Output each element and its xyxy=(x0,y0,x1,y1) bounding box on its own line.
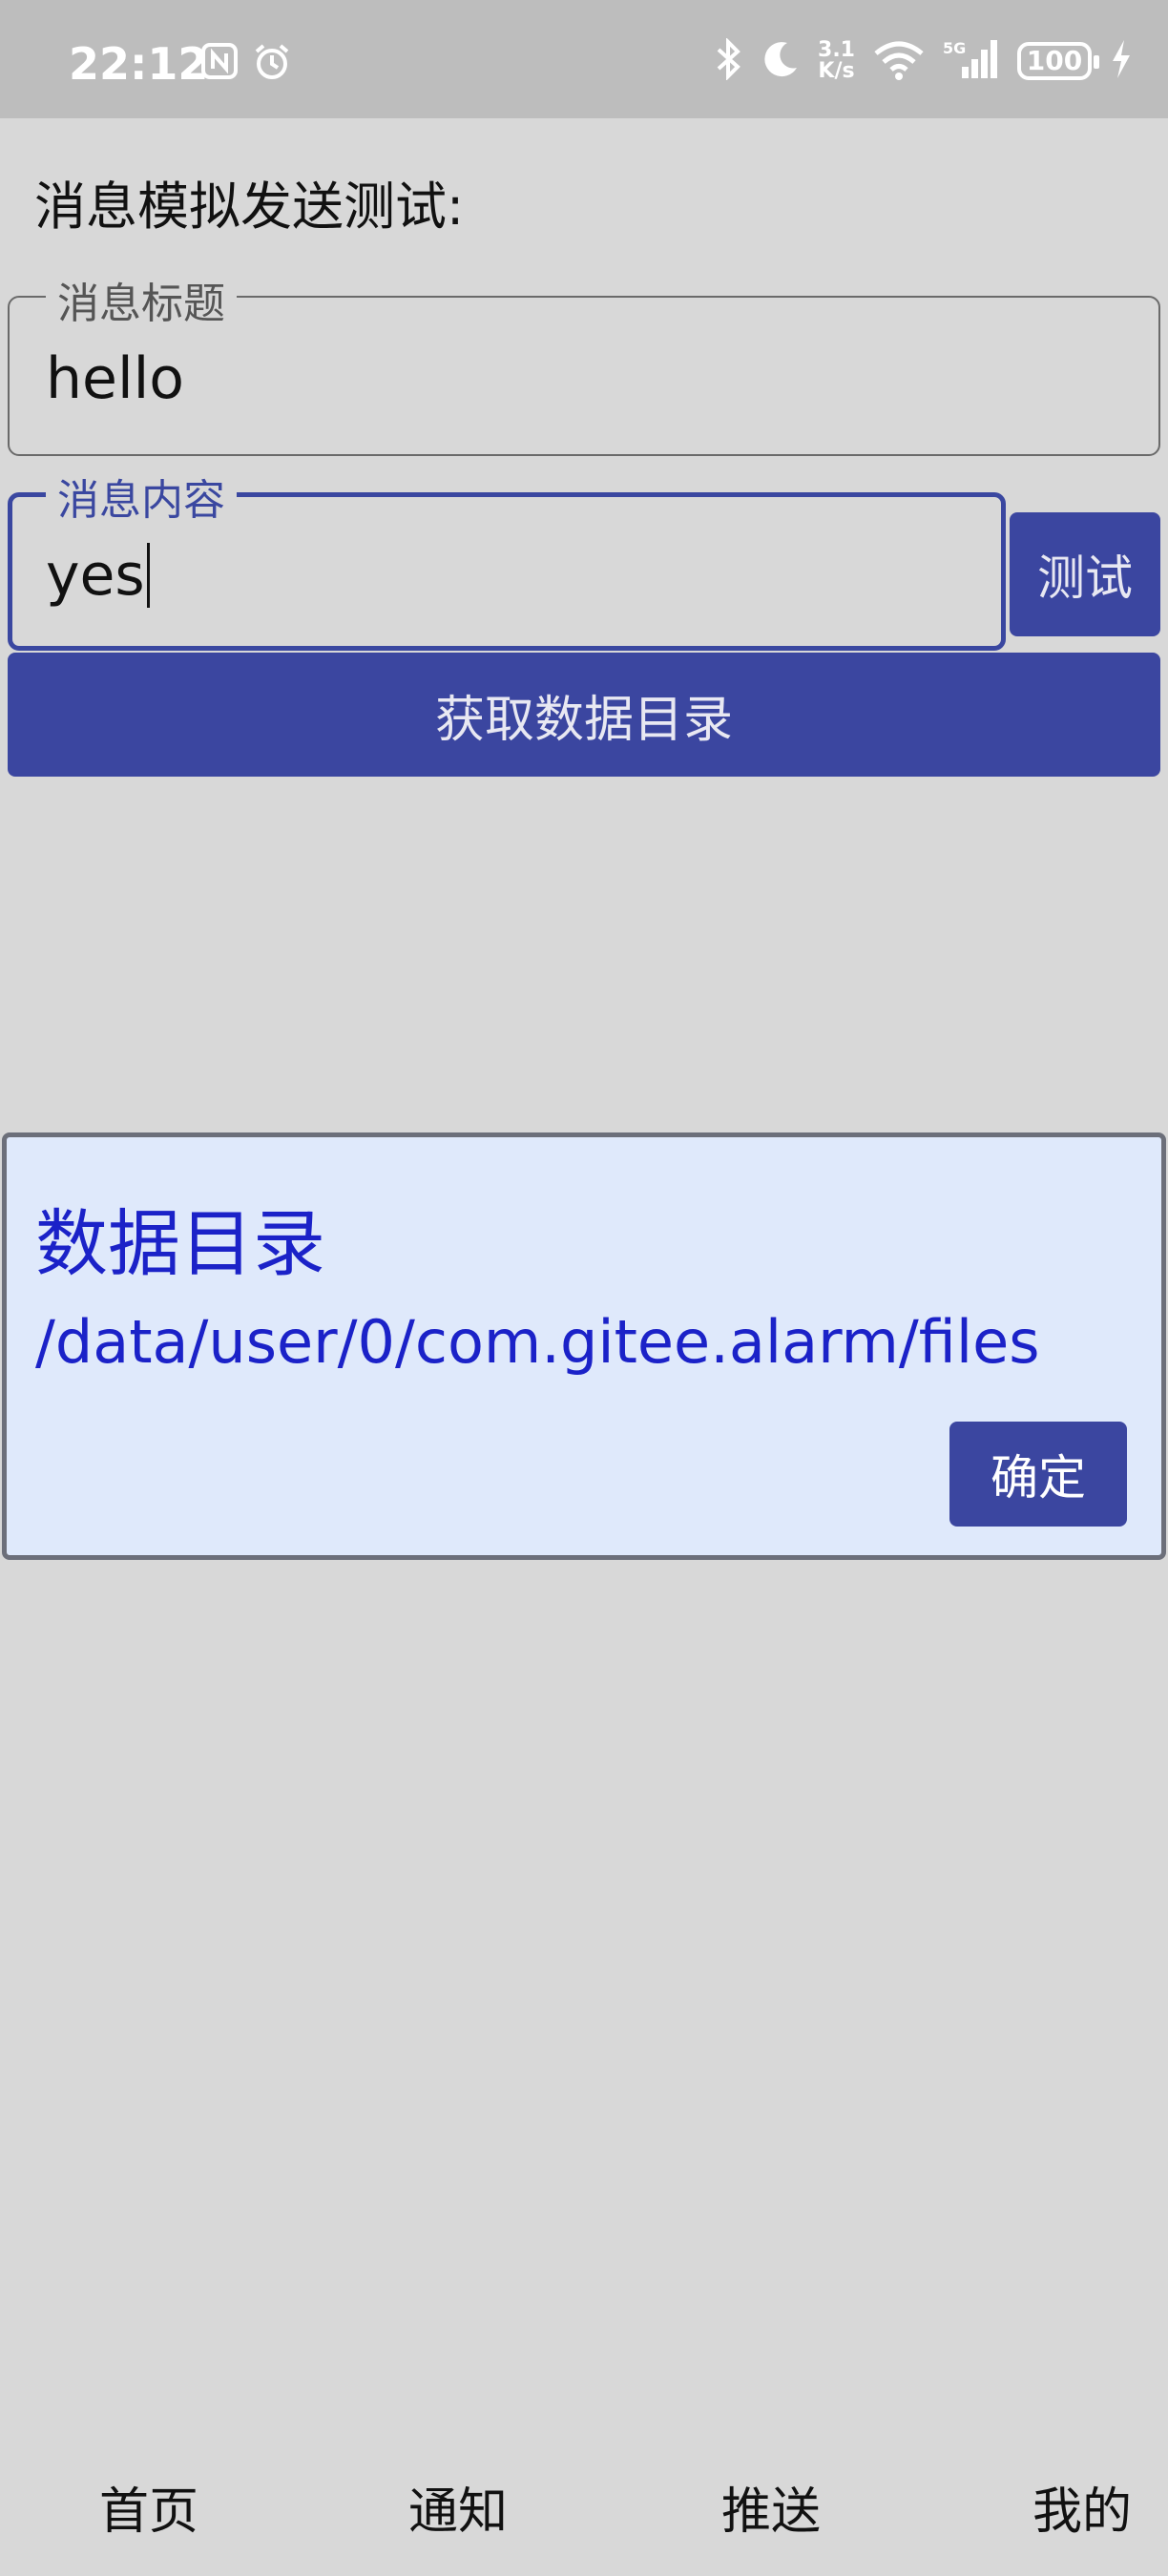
page-title: 消息模拟发送测试: xyxy=(34,177,465,237)
bottom-nav: 首页 通知 推送 我的 xyxy=(0,2471,1168,2547)
data-directory-dialog: 数据目录 /data/user/0/com.gitee.alarm/files … xyxy=(2,1132,1166,1560)
message-content-label: 消息内容 xyxy=(46,466,237,527)
svg-text:5G: 5G xyxy=(943,39,966,57)
dialog-title: 数据目录 xyxy=(35,1201,325,1286)
nav-item-mine[interactable]: 我的 xyxy=(1032,2471,1132,2543)
message-title-label: 消息标题 xyxy=(46,269,237,330)
get-data-directory-button[interactable]: 获取数据目录 xyxy=(8,653,1160,777)
bluetooth-icon xyxy=(715,37,743,84)
message-content-field[interactable]: 消息内容 yes xyxy=(8,466,1006,651)
signal-icon: 5G xyxy=(943,38,1000,84)
status-right-icons: 3.1 K/s 5G 100 xyxy=(715,37,1134,84)
status-time: 22:12 xyxy=(69,38,209,90)
status-left-icons xyxy=(200,42,292,86)
message-title-value[interactable]: hello xyxy=(46,345,184,412)
message-title-field[interactable]: 消息标题 hello xyxy=(8,269,1160,456)
status-bar: 22:12 3.1 K/s 5G 100 xyxy=(0,0,1168,118)
nav-item-home[interactable]: 首页 xyxy=(99,2471,198,2543)
wifi-icon xyxy=(872,38,926,84)
message-content-value: yes xyxy=(46,542,145,609)
confirm-button[interactable]: 确定 xyxy=(949,1422,1127,1527)
dialog-body: /data/user/0/com.gitee.alarm/files xyxy=(35,1307,1040,1377)
net-speed: 3.1 K/s xyxy=(818,38,855,83)
test-button[interactable]: 测试 xyxy=(1010,512,1160,636)
nav-item-push[interactable]: 推送 xyxy=(721,2471,821,2543)
alarm-icon xyxy=(252,42,292,86)
battery-indicator: 100 xyxy=(1017,42,1099,80)
charging-icon xyxy=(1109,38,1134,84)
nfc-icon xyxy=(200,42,239,86)
nav-item-notifications[interactable]: 通知 xyxy=(408,2471,508,2543)
moon-icon xyxy=(761,39,801,83)
message-content-input[interactable]: yes xyxy=(46,542,150,609)
text-cursor xyxy=(146,543,150,608)
